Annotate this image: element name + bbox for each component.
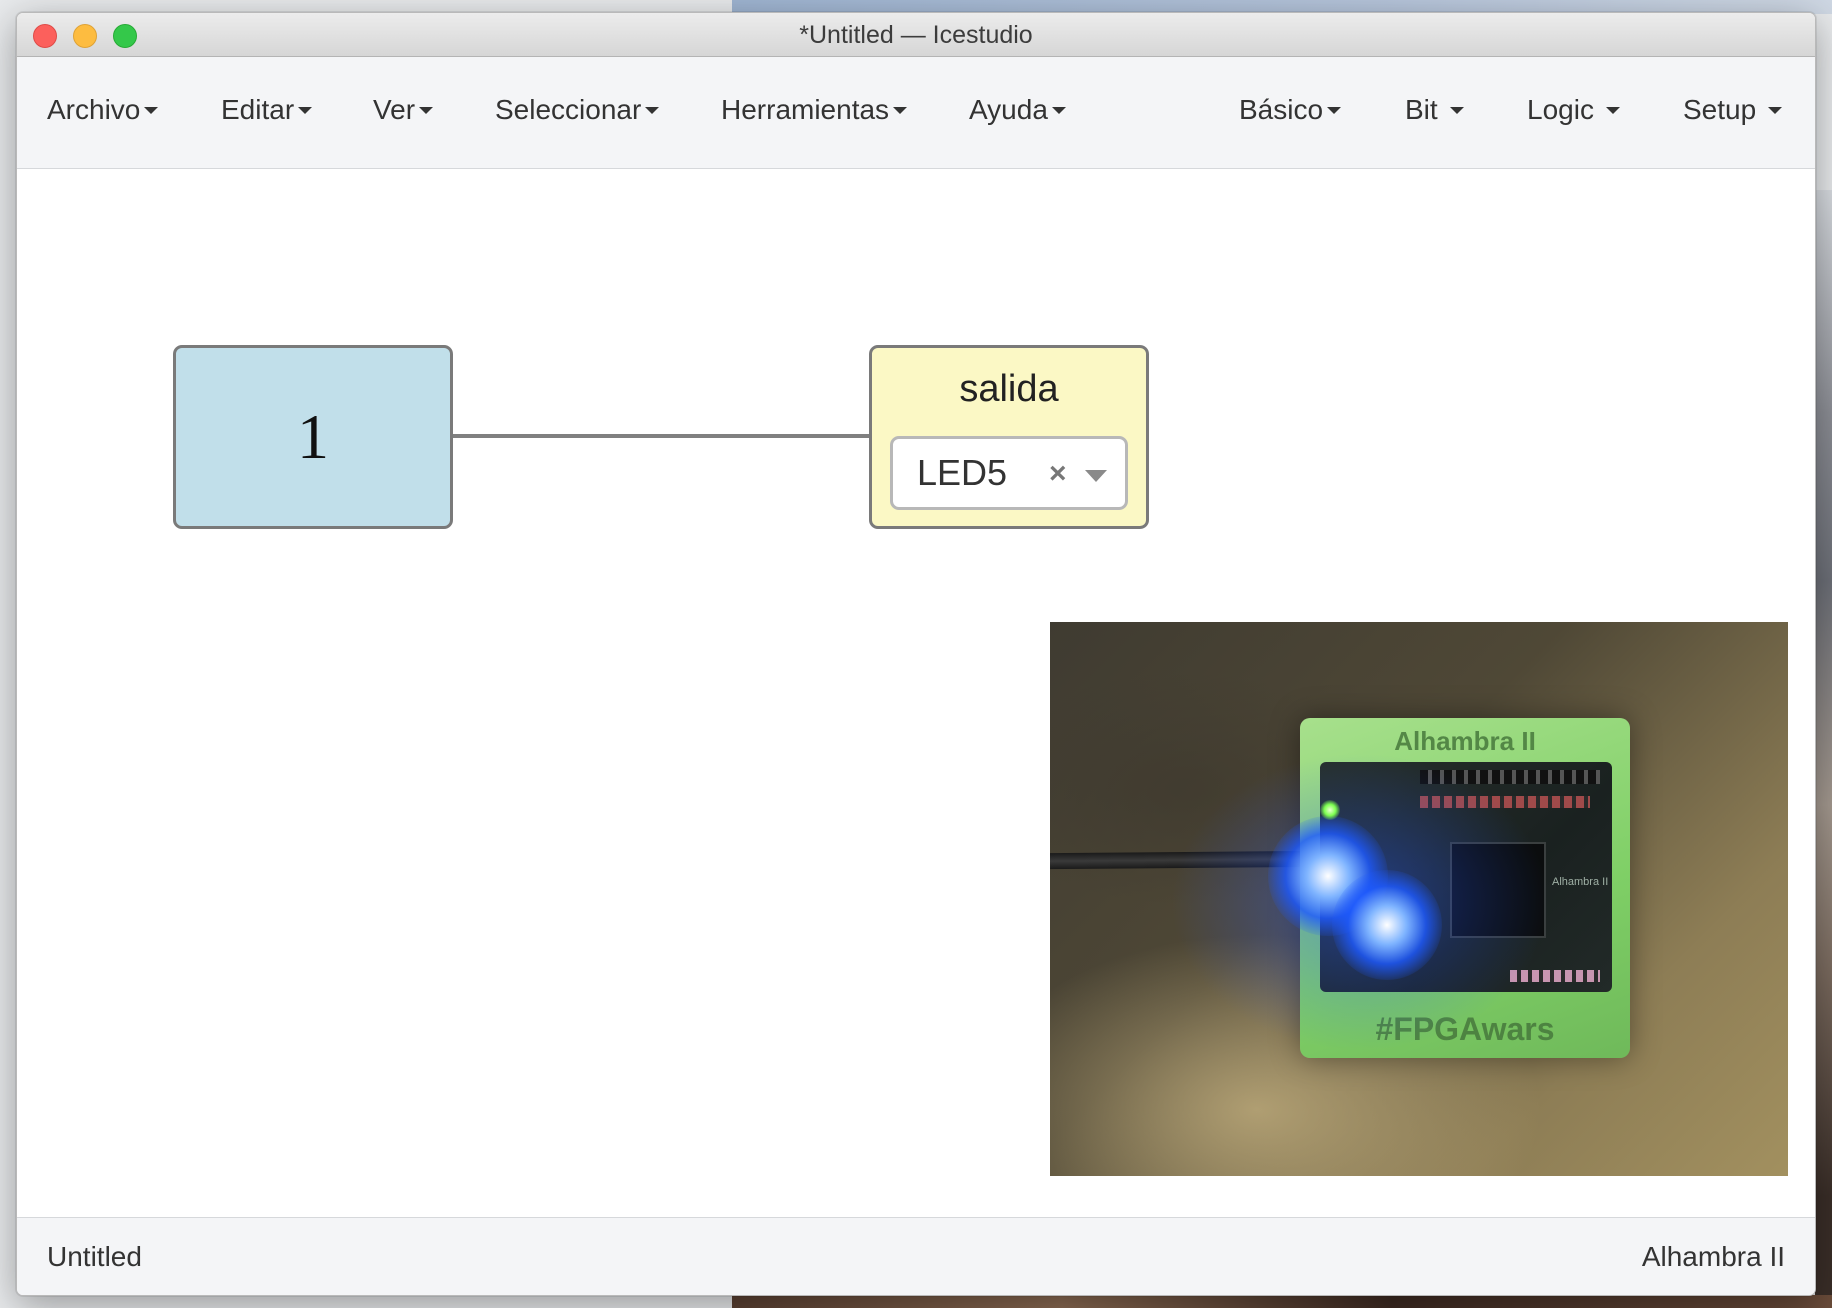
blue-led-light <box>1332 870 1442 980</box>
menu-seleccionar-label: Seleccionar <box>495 94 642 125</box>
output-label: salida <box>959 368 1059 410</box>
menu-logic-label: Logic <box>1527 94 1594 125</box>
menu-setup[interactable]: Setup <box>1683 57 1783 169</box>
caret-down-icon <box>419 106 434 114</box>
menu-ayuda-label: Ayuda <box>969 94 1048 125</box>
caret-down-icon <box>645 106 660 114</box>
menu-logic[interactable]: Logic <box>1527 57 1620 169</box>
wire-connection[interactable] <box>451 434 891 438</box>
caret-down-icon <box>1768 106 1783 114</box>
menu-editar[interactable]: Editar <box>221 57 313 169</box>
app-window: *Untitled — Icestudio Archivo Editar Ver… <box>16 12 1816 1296</box>
dropdown-arrow-icon[interactable] <box>1085 470 1107 482</box>
project-name: Untitled <box>47 1241 142 1272</box>
caret-down-icon <box>144 106 159 114</box>
design-canvas[interactable]: 1 salida LED5 × Alhambra II Alhambra II <box>17 169 1815 1217</box>
desktop-background-right <box>1815 190 1832 1308</box>
constant-block[interactable]: 1 <box>173 345 453 529</box>
pcb-label: Alhambra II <box>1552 876 1609 888</box>
caret-down-icon <box>1605 106 1620 114</box>
menu-herramientas-label: Herramientas <box>721 94 890 125</box>
caret-down-icon <box>1051 106 1066 114</box>
board-photo: Alhambra II Alhambra II #FPGAwars <box>1050 622 1788 1176</box>
menu-archivo[interactable]: Archivo <box>47 57 159 169</box>
menu-basico[interactable]: Básico <box>1239 57 1342 169</box>
green-led-light <box>1320 800 1340 820</box>
pin-select[interactable]: LED5 × <box>890 436 1128 510</box>
caret-down-icon <box>298 106 313 114</box>
menu-bar: Archivo Editar Ver Seleccionar Herramien… <box>17 57 1815 169</box>
desktop-background-bottom <box>732 1295 1832 1308</box>
constant-value: 1 <box>297 401 329 472</box>
pin-selected-value: LED5 <box>917 452 1008 493</box>
window-title: *Untitled — Icestudio <box>799 21 1033 49</box>
output-block[interactable]: salida LED5 × <box>869 345 1149 529</box>
menu-basico-label: Básico <box>1239 94 1324 125</box>
menu-bit-label: Bit <box>1405 94 1438 125</box>
caret-down-icon <box>1327 106 1342 114</box>
menu-archivo-label: Archivo <box>47 94 141 125</box>
board-name[interactable]: Alhambra II <box>1642 1218 1785 1295</box>
menu-editar-label: Editar <box>221 94 295 125</box>
status-bar: Untitled Alhambra II <box>17 1217 1815 1295</box>
title-bar[interactable]: *Untitled — Icestudio <box>17 13 1815 57</box>
clear-icon[interactable]: × <box>1049 439 1067 509</box>
menu-herramientas[interactable]: Herramientas <box>721 57 908 169</box>
menu-ver-label: Ver <box>373 94 416 125</box>
caret-down-icon <box>893 106 908 114</box>
menu-ayuda[interactable]: Ayuda <box>969 57 1066 169</box>
menu-bit[interactable]: Bit <box>1405 57 1464 169</box>
menu-ver[interactable]: Ver <box>373 57 434 169</box>
caret-down-icon <box>1449 106 1464 114</box>
menu-seleccionar[interactable]: Seleccionar <box>495 57 660 169</box>
menu-setup-label: Setup <box>1683 94 1757 125</box>
